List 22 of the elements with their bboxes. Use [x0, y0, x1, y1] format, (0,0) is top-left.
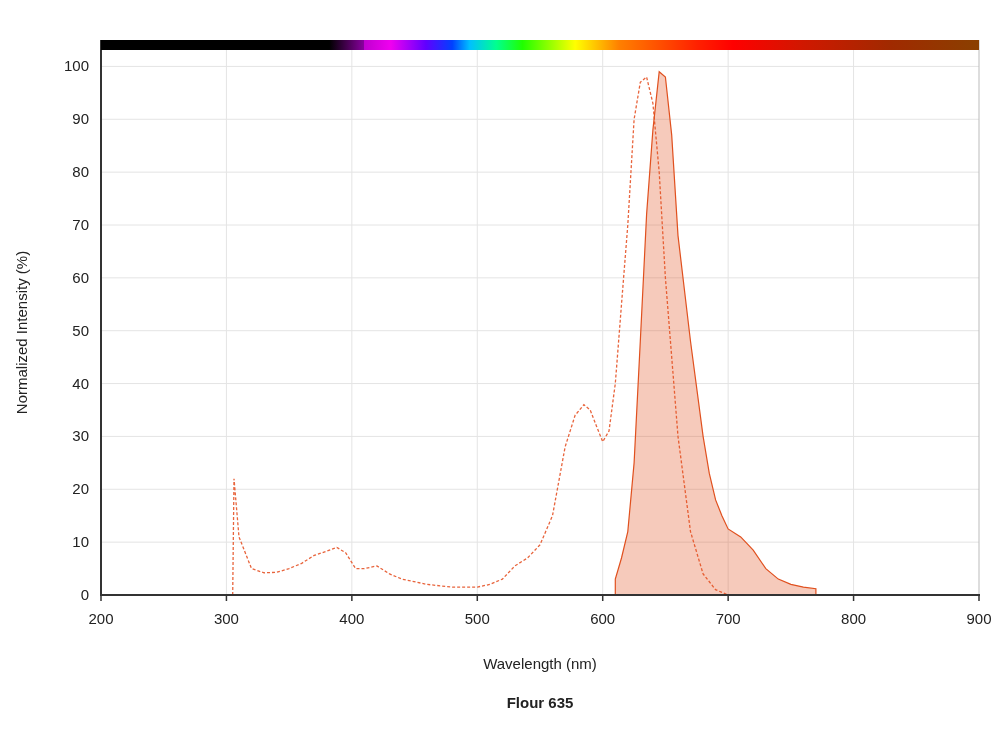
tick-label: 40 — [72, 374, 89, 392]
tick-label: 50 — [72, 321, 89, 339]
tick-label: 60 — [72, 268, 89, 286]
tick-label: 90 — [72, 110, 89, 128]
tick-label: 300 — [213, 610, 239, 627]
tick-label: 100 — [63, 57, 89, 75]
axis-title: Wavelength (nm) — [483, 655, 597, 672]
chart-title: Flour 635 — [506, 694, 574, 711]
tick-label: 0 — [80, 586, 89, 603]
tick-label: 400 — [339, 610, 365, 627]
tick-label: 70 — [72, 216, 89, 233]
tick-label: 600 — [590, 610, 616, 627]
tick-label: 800 — [841, 610, 867, 627]
axis-title: Normalized Intensity (%) — [13, 250, 30, 415]
tick-label: 500 — [464, 610, 490, 627]
tick-label: 700 — [715, 610, 741, 627]
tick-label: 30 — [72, 427, 89, 445]
tick-label: 900 — [966, 610, 992, 627]
tick-label: 200 — [88, 610, 114, 627]
tick-label: 10 — [72, 533, 89, 551]
tick-label: 20 — [72, 480, 89, 498]
tick-label: 80 — [72, 163, 89, 181]
